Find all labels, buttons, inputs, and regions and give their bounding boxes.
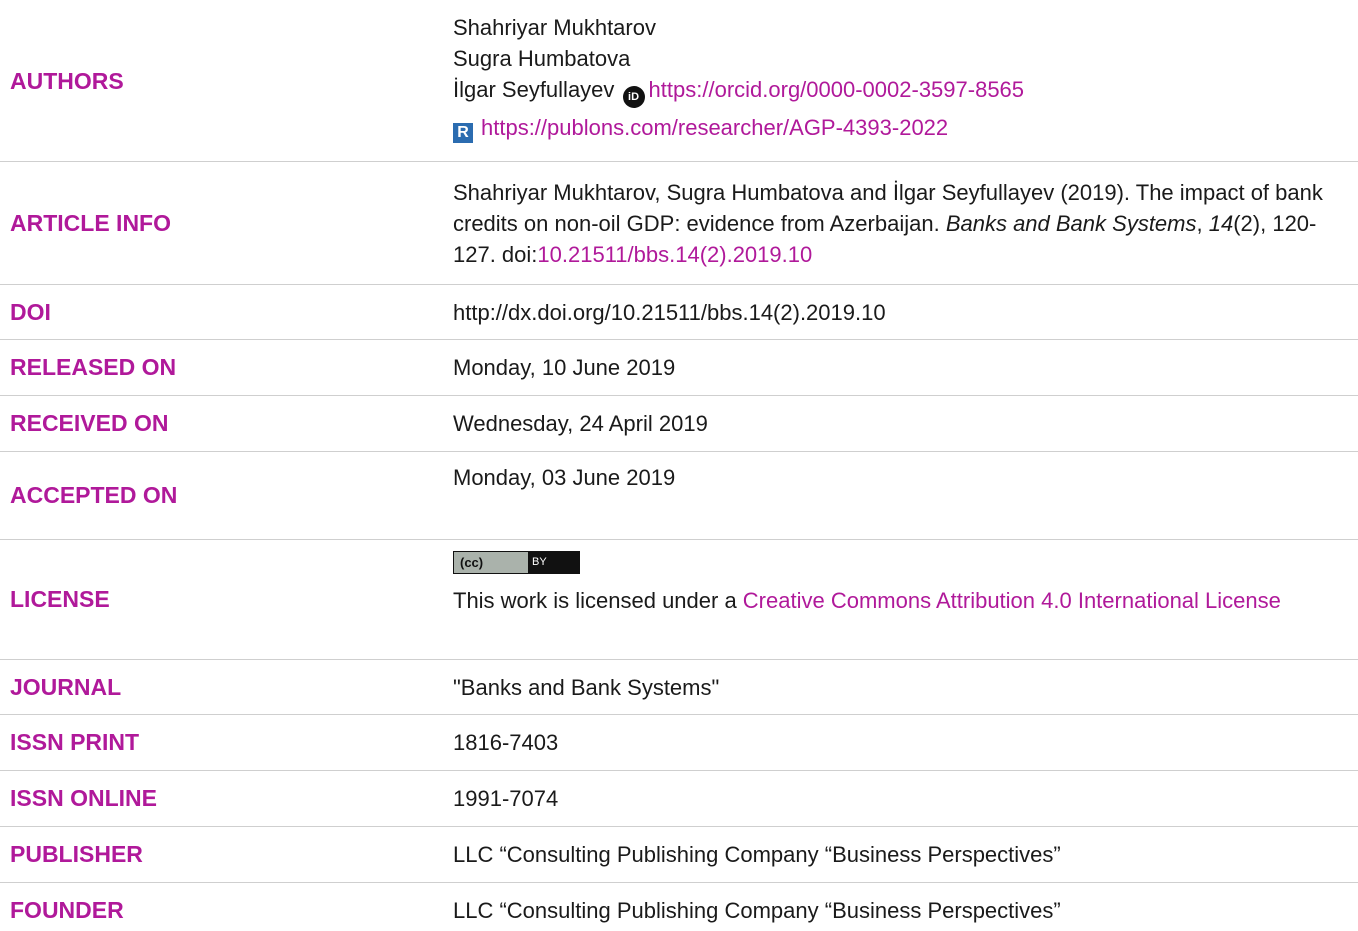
publisher-label: PUBLISHER	[10, 841, 143, 867]
authors-label: AUTHORS	[10, 68, 124, 94]
license-value: This work is licensed under a Creative C…	[453, 585, 1343, 616]
article-info-label: ARTICLE INFO	[10, 210, 171, 236]
founder-label: FOUNDER	[10, 897, 124, 923]
by-icon: BY	[528, 552, 579, 573]
author-name: Shahriyar Mukhtarov	[453, 15, 656, 40]
issn-online-label: ISSN ONLINE	[10, 785, 157, 811]
issn-online-value: 1991-7074	[453, 786, 559, 811]
doi-value: http://dx.doi.org/10.21511/bbs.14(2).201…	[453, 300, 886, 325]
received-on-value: Wednesday, 24 April 2019	[453, 411, 708, 436]
publons-icon[interactable]: R	[453, 123, 473, 143]
citation-volume: 14	[1208, 211, 1234, 236]
row-founder: FOUNDER LLC “Consulting Publishing Compa…	[0, 883, 1358, 931]
journal-value: "Banks and Bank Systems"	[453, 675, 720, 700]
released-on-label: RELEASED ON	[10, 354, 177, 380]
author-line-orcid: İlgar Seyfullayev iD https://orcid.org/00…	[453, 74, 1343, 108]
publons-link[interactable]: https://publons.com/researcher/AGP-4393-…	[481, 115, 948, 140]
cc-icon: (cc)	[454, 552, 528, 573]
citation-doi-link[interactable]: 10.21511/bbs.14(2).2019.10	[537, 242, 812, 267]
row-authors: AUTHORS Shahriyar Mukhtarov Sugra Humbat…	[0, 0, 1358, 162]
license-label: LICENSE	[10, 586, 110, 612]
author-name: İlgar Seyfullayev	[453, 77, 615, 102]
received-on-label: RECEIVED ON	[10, 410, 169, 436]
author-line-publons: Rhttps://publons.com/researcher/AGP-4393…	[453, 112, 1343, 143]
issn-print-value: 1816-7403	[453, 730, 559, 755]
orcid-icon[interactable]: iD	[622, 86, 645, 108]
row-issn-online: ISSN ONLINE 1991-7074	[0, 771, 1358, 827]
row-issn-print: ISSN PRINT 1816-7403	[0, 715, 1358, 771]
row-received-on: RECEIVED ON Wednesday, 24 April 2019	[0, 396, 1358, 452]
row-publisher: PUBLISHER LLC “Consulting Publishing Com…	[0, 827, 1358, 883]
license-link[interactable]: Creative Commons Attribution 4.0 Interna…	[743, 588, 1281, 613]
orcid-link[interactable]: https://orcid.org/0000-0002-3597-8565	[649, 77, 1024, 102]
publisher-value: LLC “Consulting Publishing Company “Busi…	[453, 842, 1061, 867]
journal-label: JOURNAL	[10, 674, 122, 700]
row-doi: DOI http://dx.doi.org/10.21511/bbs.14(2)…	[0, 285, 1358, 340]
row-journal: JOURNAL "Banks and Bank Systems"	[0, 660, 1358, 715]
license-text: This work is licensed under a	[453, 588, 743, 613]
citation-journal: Banks and Bank Systems	[945, 211, 1197, 236]
author-name: Sugra Humbatova	[453, 46, 631, 71]
row-released-on: RELEASED ON Monday, 10 June 2019	[0, 340, 1358, 396]
accepted-on-value: Monday, 03 June 2019	[453, 465, 676, 490]
row-accepted-on: ACCEPTED ON Monday, 03 June 2019	[0, 452, 1358, 540]
article-metadata-sheet: AUTHORS Shahriyar Mukhtarov Sugra Humbat…	[0, 0, 1358, 931]
released-on-value: Monday, 10 June 2019	[453, 355, 676, 380]
doi-label: DOI	[10, 299, 51, 325]
cc-by-badge[interactable]: (cc) BY	[453, 551, 580, 574]
accepted-on-label: ACCEPTED ON	[10, 482, 178, 508]
authors-value: Shahriyar Mukhtarov Sugra Humbatova İlga…	[453, 12, 1343, 143]
issn-print-label: ISSN PRINT	[10, 729, 140, 755]
citation-comma: ,	[1196, 211, 1209, 236]
founder-value: LLC “Consulting Publishing Company “Busi…	[453, 898, 1061, 923]
row-article-info: ARTICLE INFO Shahriyar Mukhtarov, Sugra …	[0, 162, 1358, 285]
article-info-value: Shahriyar Mukhtarov, Sugra Humbatova and…	[453, 177, 1343, 270]
